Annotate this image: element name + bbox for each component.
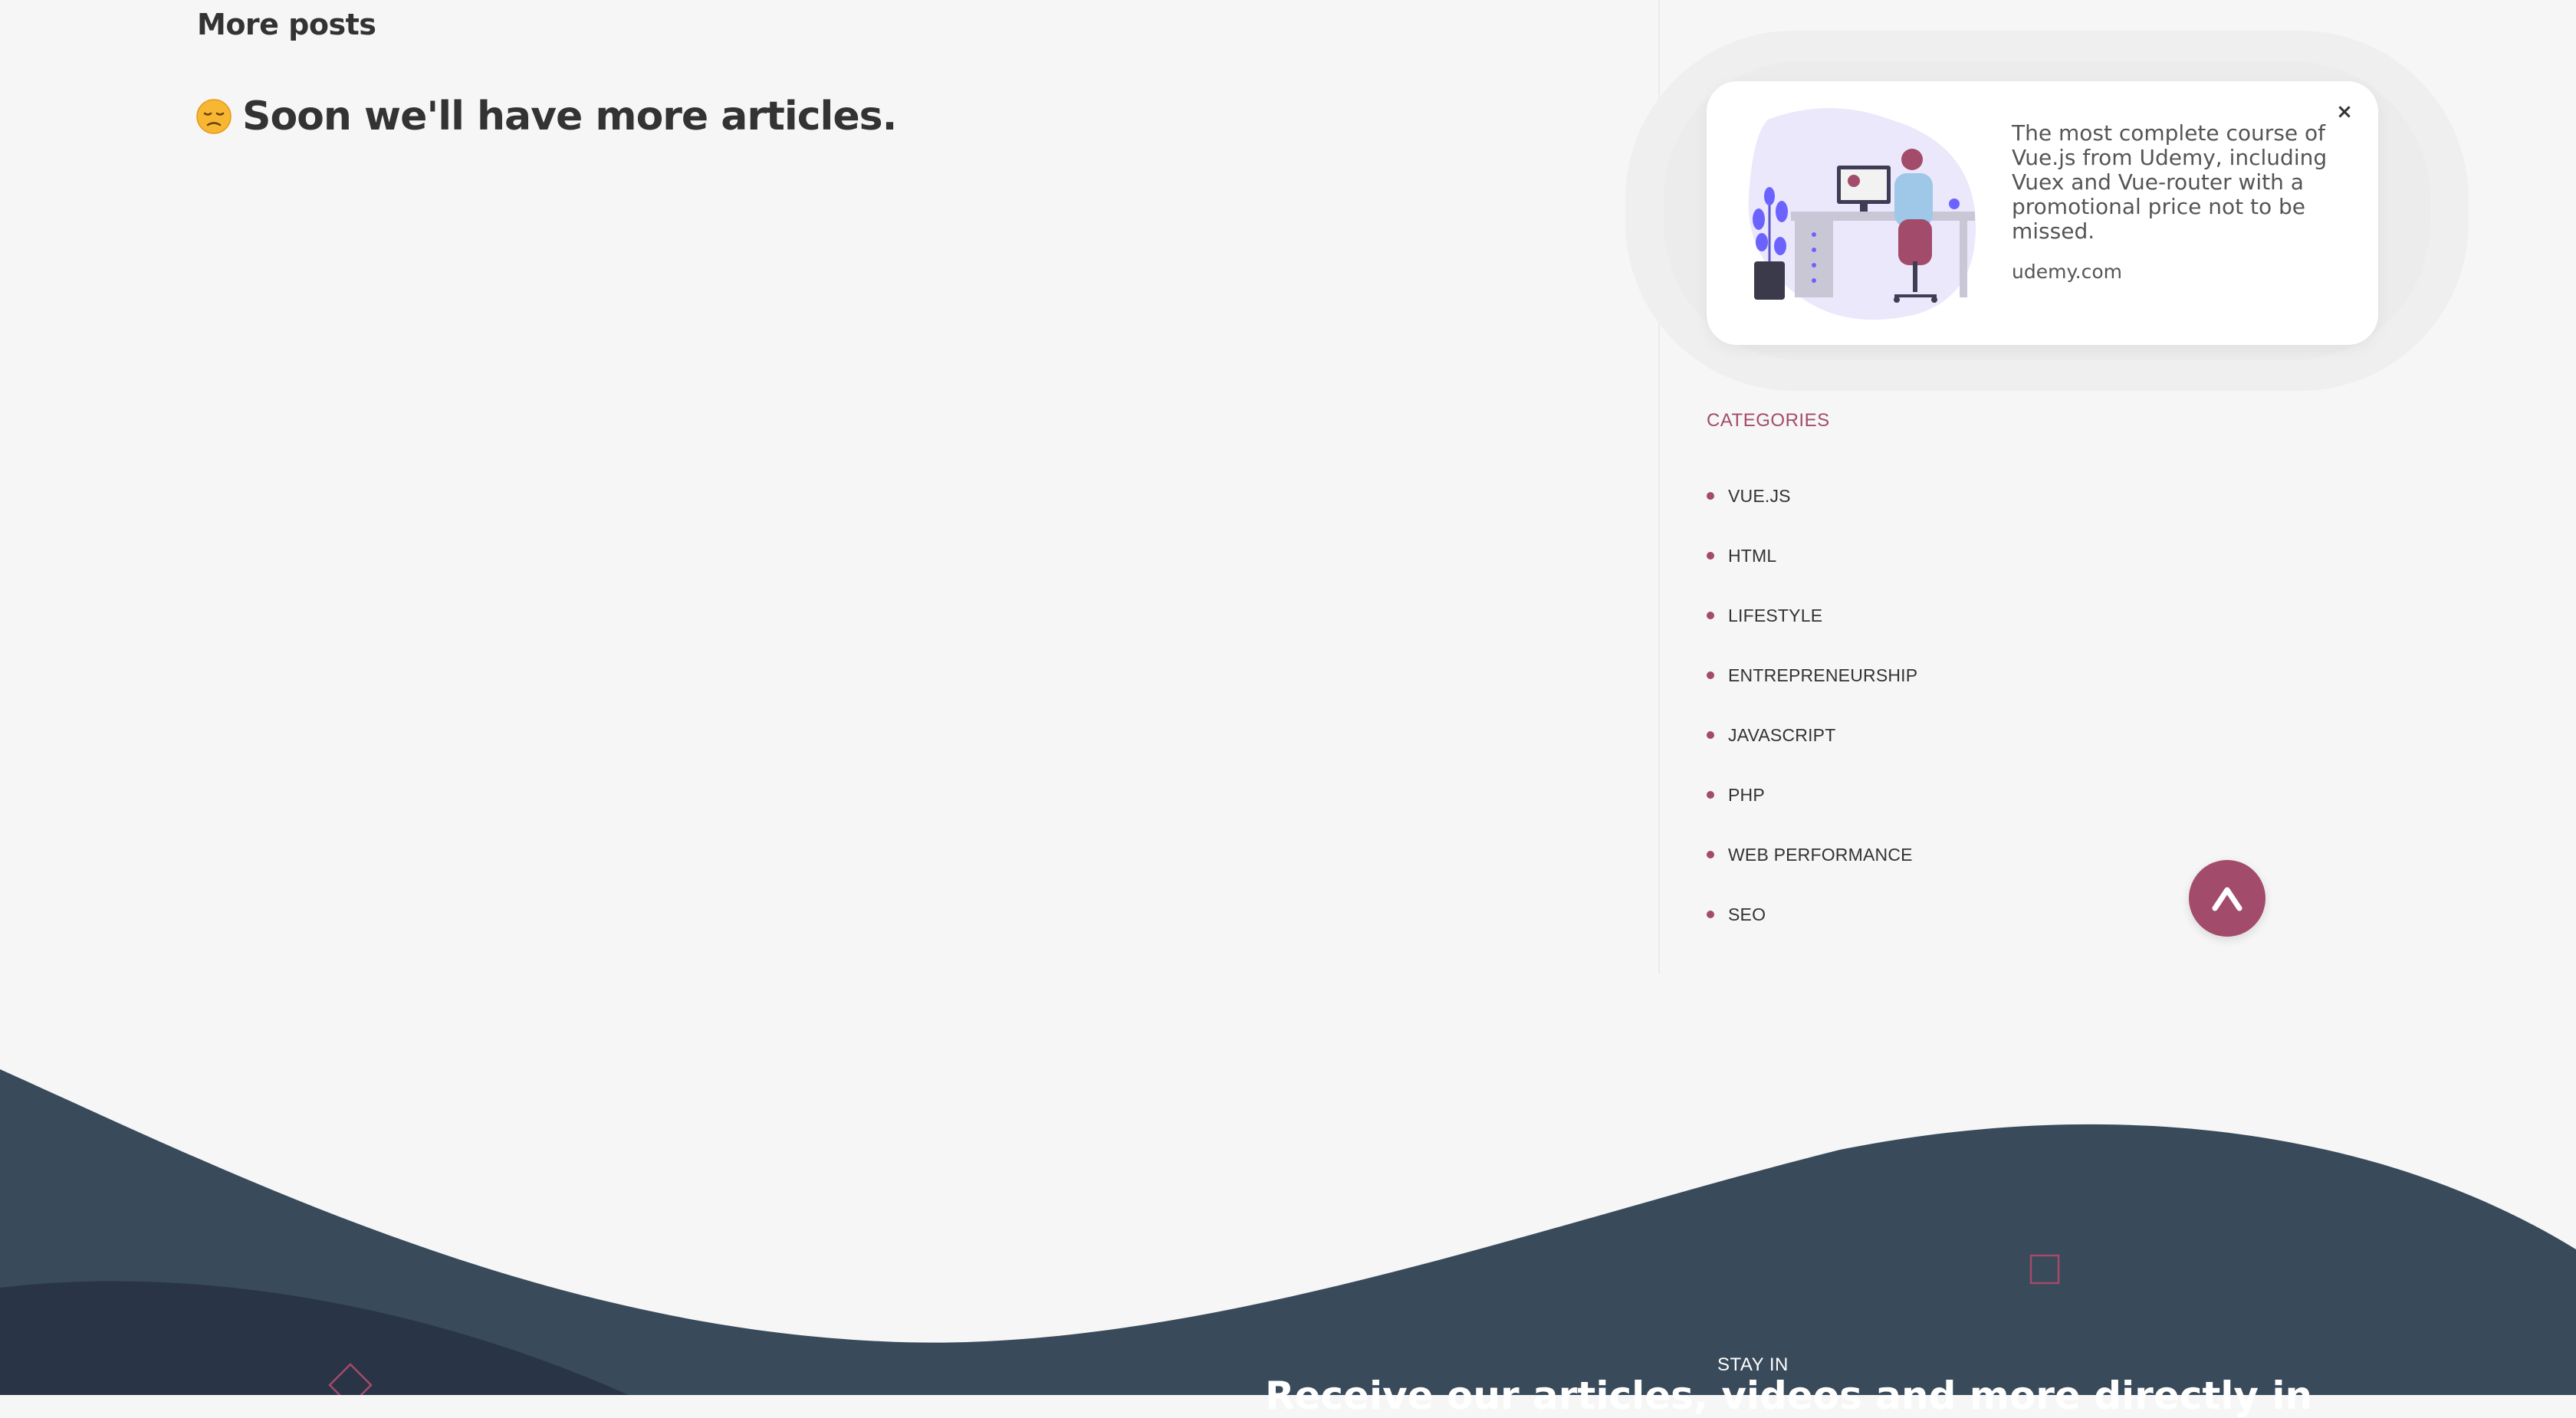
bullet-icon	[1707, 851, 1714, 858]
category-label: PHP	[1728, 784, 1765, 805]
empty-posts-text: Soon we'll have more articles.	[242, 94, 897, 140]
person-at-desk-illustration	[1748, 108, 1976, 320]
bullet-icon	[1707, 911, 1714, 918]
bullet-icon	[1707, 612, 1714, 619]
more-posts-heading: More posts	[197, 8, 376, 41]
categories-title: CATEGORIES	[1707, 410, 1830, 431]
bullet-icon	[1707, 492, 1714, 500]
main-content: More posts Soon we'll have more articles…	[0, 0, 1659, 973]
bullet-icon	[1707, 791, 1714, 799]
category-label: JAVASCRIPT	[1728, 724, 1836, 745]
category-label: HTML	[1728, 545, 1777, 566]
category-label: SEO	[1728, 904, 1766, 924]
empty-posts-message: Soon we'll have more articles.	[196, 94, 897, 140]
sad-face-icon	[196, 99, 232, 134]
chevron-up-icon	[2212, 887, 2242, 911]
category-item-javascript[interactable]: JAVASCRIPT	[1707, 705, 1917, 765]
bullet-icon	[1707, 552, 1714, 560]
scroll-to-top-button[interactable]	[2189, 860, 2266, 937]
category-item-vuejs[interactable]: VUE.JS	[1707, 466, 1917, 526]
ad-description[interactable]: The most complete course of Vue.js from …	[2012, 121, 2334, 244]
category-item-lifestyle[interactable]: LIFESTYLE	[1707, 586, 1917, 645]
newsletter-kicker: STAY IN	[1717, 1354, 1789, 1375]
category-label: VUE.JS	[1728, 485, 1791, 506]
category-label: LIFESTYLE	[1728, 605, 1823, 625]
ad-card[interactable]: × The most complete course of Vue.js fro…	[1707, 81, 2378, 345]
category-item-php[interactable]: PHP	[1707, 765, 1917, 825]
category-item-seo[interactable]: SEO	[1707, 885, 1917, 944]
bullet-icon	[1707, 731, 1714, 739]
categories-list: VUE.JS HTML LIFESTYLE ENTREPRENEURSHIP J…	[1707, 466, 1917, 944]
category-item-web-performance[interactable]: WEB PERFORMANCE	[1707, 825, 1917, 885]
category-item-html[interactable]: HTML	[1707, 526, 1917, 586]
category-label: ENTREPRENEURSHIP	[1728, 665, 1918, 685]
bullet-icon	[1707, 671, 1714, 679]
ad-close-button[interactable]: ×	[2329, 97, 2360, 127]
ad-domain[interactable]: udemy.com	[2012, 261, 2122, 283]
category-label: WEB PERFORMANCE	[1728, 844, 1913, 865]
footer-background	[0, 1069, 2576, 1395]
newsletter-heading: Receive our articles, videos and more di…	[1265, 1374, 2313, 1418]
category-item-entrepreneurship[interactable]: ENTREPRENEURSHIP	[1707, 645, 1917, 705]
